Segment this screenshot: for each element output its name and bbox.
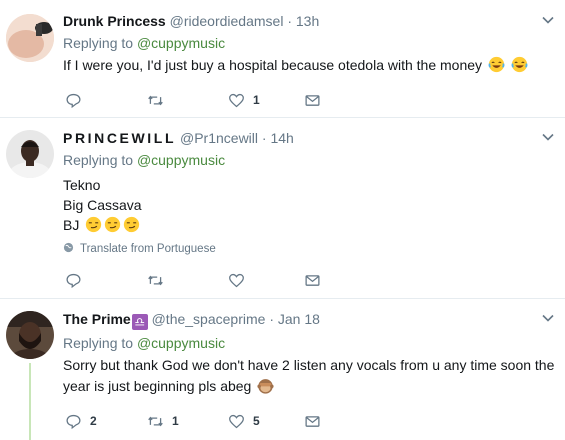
like-count: 1	[253, 93, 260, 107]
reply-icon	[66, 414, 81, 429]
author-handle[interactable]: @rideordiedamsel	[170, 13, 284, 29]
translate-link[interactable]: Translate from Portuguese	[63, 241, 555, 257]
tweet[interactable]: The Prime ♎ @the_spaceprime · Jan 18 Repl…	[0, 299, 565, 440]
like-button[interactable]: 1	[228, 90, 260, 110]
timestamp[interactable]: 14h	[270, 130, 293, 146]
replying-to-label: Replying to	[63, 35, 134, 51]
tweet-header: PRINCEWILL @Pr1ncewill · 14h	[63, 129, 555, 147]
timestamp[interactable]: 13h	[296, 13, 319, 29]
avatar[interactable]	[6, 311, 54, 359]
heart-icon	[229, 414, 244, 428]
tweet-actions: 1	[63, 90, 565, 110]
separator-dot: ·	[269, 311, 274, 327]
author-name[interactable]: The Prime	[63, 311, 131, 327]
retweet-icon	[148, 95, 163, 105]
tweet-text-segment: BJ	[63, 217, 80, 233]
envelope-icon	[305, 274, 320, 286]
tweet[interactable]: Drunk Princess @rideordiedamsel · 13h Re…	[0, 0, 565, 118]
tweet-text: Tekno Big Cassava BJ	[63, 175, 555, 235]
retweet-icon	[148, 416, 163, 426]
retweet-count: 1	[172, 414, 179, 428]
replying-to: Replying to @cuppymusic	[63, 334, 555, 352]
mention-link[interactable]: @cuppymusic	[137, 35, 225, 51]
author-handle[interactable]: @Pr1ncewill	[180, 130, 258, 146]
retweet-icon	[148, 275, 163, 285]
author-name[interactable]: Drunk Princess	[63, 13, 166, 29]
like-count: 5	[253, 414, 260, 428]
reply-button[interactable]: 2	[65, 411, 97, 431]
replying-to-label: Replying to	[63, 335, 134, 351]
retweet-button[interactable]: 1	[147, 411, 179, 431]
globe-icon	[63, 242, 74, 253]
chevron-down-icon[interactable]	[541, 130, 555, 144]
like-button[interactable]	[228, 270, 253, 290]
chevron-down-icon[interactable]	[541, 13, 555, 27]
face-with-tears-of-joy-icon	[488, 56, 505, 73]
timestamp[interactable]: Jan 18	[278, 311, 320, 327]
smirking-face-icon	[124, 216, 140, 233]
mention-link[interactable]: @cuppymusic	[137, 335, 225, 351]
direct-message-button[interactable]	[304, 270, 321, 290]
libra-badge: ♎	[131, 314, 148, 330]
envelope-icon	[305, 415, 320, 427]
tweet-text-line: Sorry but thank God we don't have 2 list…	[63, 357, 555, 394]
retweet-button[interactable]	[147, 270, 172, 290]
reply-icon	[66, 273, 81, 288]
heart-icon	[229, 273, 244, 287]
tweet-text-line: Big Cassava	[63, 197, 142, 213]
author-handle[interactable]: @the_spaceprime	[152, 311, 266, 327]
reply-count: 2	[90, 414, 97, 428]
reply-button[interactable]	[65, 90, 90, 110]
replying-to: Replying to @cuppymusic	[63, 151, 555, 169]
tweet-text-line: Tekno	[63, 177, 101, 193]
chevron-down-icon[interactable]	[541, 311, 555, 325]
replying-to-label: Replying to	[63, 152, 134, 168]
translate-label[interactable]: Translate from Portuguese	[80, 243, 216, 255]
tweet-text-line: BJ	[63, 215, 555, 235]
tweet-actions	[63, 270, 565, 290]
tweet-text: Sorry but thank God we don't have 2 list…	[63, 355, 555, 397]
direct-message-button[interactable]	[304, 411, 321, 431]
author-name[interactable]: PRINCEWILL	[63, 130, 176, 146]
avatar[interactable]	[6, 14, 54, 62]
direct-message-button[interactable]	[304, 90, 321, 110]
tweet-text: If I were you, I'd just buy a hospital b…	[63, 55, 555, 75]
replying-to: Replying to @cuppymusic	[63, 34, 555, 52]
separator-dot: ·	[287, 13, 292, 29]
smirking-face-icon	[105, 216, 121, 233]
tweet-header: The Prime ♎ @the_spaceprime · Jan 18	[63, 310, 555, 330]
smirking-face-icon	[86, 216, 102, 233]
heart-icon	[229, 93, 244, 107]
see-no-evil-monkey-icon	[257, 379, 274, 394]
separator-dot: ·	[261, 130, 267, 146]
tweet-actions: 2 1 5	[63, 411, 565, 431]
reply-button[interactable]	[65, 270, 90, 290]
mention-link[interactable]: @cuppymusic	[137, 152, 225, 168]
tweet-text-line: If I were you, I'd just buy a hospital b…	[63, 57, 483, 73]
avatar[interactable]	[6, 130, 54, 178]
tweet[interactable]: PRINCEWILL @Pr1ncewill · 14h Replying to…	[0, 118, 565, 299]
tweet-header: Drunk Princess @rideordiedamsel · 13h	[63, 12, 555, 30]
envelope-icon	[305, 94, 320, 106]
face-with-tears-of-joy-icon	[511, 56, 528, 73]
retweet-button[interactable]	[147, 90, 172, 110]
like-button[interactable]: 5	[228, 411, 260, 431]
reply-icon	[66, 93, 81, 108]
